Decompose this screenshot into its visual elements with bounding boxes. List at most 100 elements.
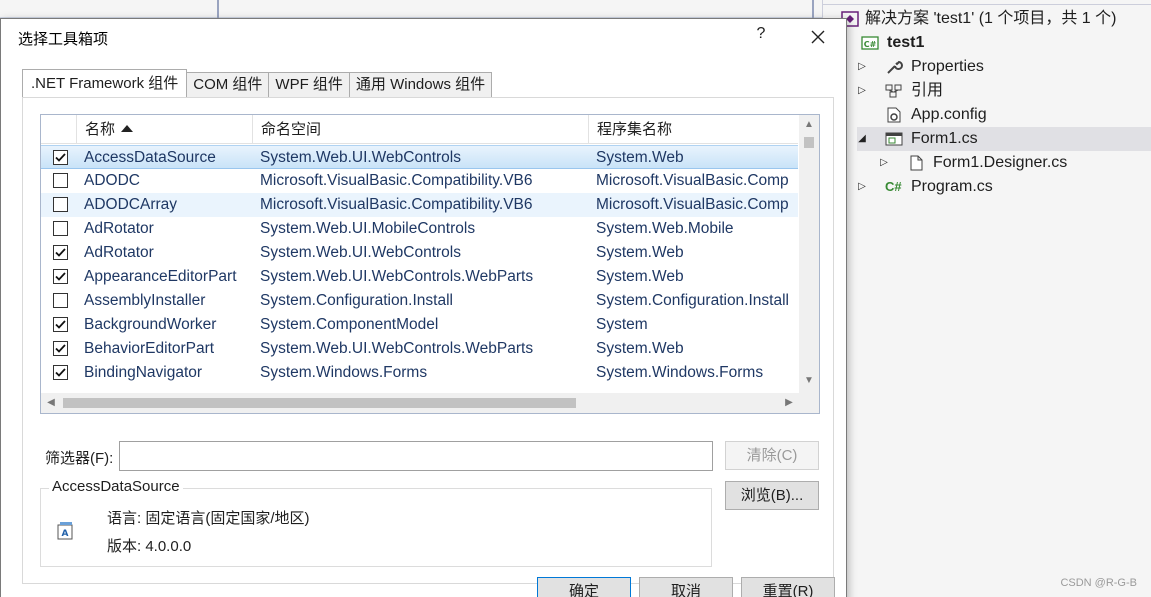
cell-name: AppearanceEditorPart: [84, 268, 237, 285]
tab-universal-windows[interactable]: 通用 Windows 组件: [348, 72, 493, 97]
scroll-left-icon[interactable]: ◀: [43, 395, 59, 411]
list-header: 名称 命名空间 程序集名称: [41, 115, 798, 144]
scroll-right-icon[interactable]: ▶: [781, 395, 797, 411]
component-list: 名称 命名空间 程序集名称 AccessDataSource System.Web…: [40, 114, 820, 414]
table-row[interactable]: AssemblyInstaller System.Configuration.In…: [41, 289, 798, 313]
table-row[interactable]: ADODCArray Microsoft.VisualBasic.Compatib…: [41, 193, 798, 217]
language-info: 语言: 固定语言(固定国家/地区): [107, 510, 310, 527]
tree-item-program[interactable]: ▷ C# Program.cs: [857, 175, 1151, 199]
browse-button[interactable]: 浏览(B)...: [725, 481, 819, 510]
row-checkbox[interactable]: [53, 221, 68, 236]
list-body: AccessDataSource System.Web.UI.WebControl…: [41, 145, 798, 393]
cell-name: AccessDataSource: [84, 149, 216, 166]
config-file-icon: [885, 107, 903, 123]
checkmark-icon: [55, 153, 66, 162]
close-button[interactable]: [805, 24, 831, 50]
table-row[interactable]: AppearanceEditorPart System.Web.UI.WebCon…: [41, 265, 798, 289]
table-row[interactable]: BackgroundWorker System.ComponentModel Sys…: [41, 313, 798, 337]
cell-assembly: System.Web: [596, 268, 684, 285]
table-row[interactable]: AccessDataSource System.Web.UI.WebControl…: [41, 145, 798, 169]
cell-namespace: Microsoft.VisualBasic.Compatibility.VB6: [260, 196, 533, 213]
help-button[interactable]: ?: [751, 25, 771, 49]
vertical-scrollbar[interactable]: ▲ ▼: [799, 115, 819, 393]
tab-com[interactable]: COM 组件: [186, 72, 270, 97]
table-row[interactable]: BehaviorEditorPart System.Web.UI.WebContr…: [41, 337, 798, 361]
cell-namespace: System.Web.UI.MobileControls: [260, 220, 476, 237]
tab-net-framework[interactable]: .NET Framework 组件: [22, 69, 188, 97]
tree-label: App.config: [911, 106, 987, 123]
row-checkbox[interactable]: [53, 150, 68, 165]
clear-button[interactable]: 清除(C): [725, 441, 819, 470]
cell-name: BindingNavigator: [84, 364, 203, 381]
tab-wpf[interactable]: WPF 组件: [268, 72, 350, 97]
cell-assembly: Microsoft.VisualBasic.Comp: [596, 172, 789, 189]
cell-namespace: System.Web.UI.WebControls.WebParts: [260, 268, 534, 285]
solution-explorer: 解决方案 'test1' (1 个项目，共 1 个) C# test1 ▷ Pr…: [822, 0, 1151, 597]
tree-item-references[interactable]: ▷ 引用: [857, 79, 1151, 103]
form-icon: [885, 131, 903, 147]
checkmark-icon: [55, 272, 66, 281]
group-title: AccessDataSource: [49, 478, 183, 495]
expand-arrow-icon[interactable]: ▷: [857, 79, 867, 103]
column-header-assembly[interactable]: 程序集名称: [588, 115, 798, 144]
cancel-button[interactable]: 取消: [639, 577, 733, 597]
row-checkbox[interactable]: [53, 269, 68, 284]
references-icon: [885, 83, 903, 99]
watermark: CSDN @R-G-B: [1060, 577, 1137, 589]
cell-name: ADODC: [84, 172, 140, 189]
cell-assembly: System.Web: [596, 244, 684, 261]
scroll-thumb[interactable]: [63, 398, 576, 408]
tree-item-properties[interactable]: ▷ Properties: [857, 55, 1151, 79]
table-row[interactable]: ADODC Microsoft.VisualBasic.Compatibility…: [41, 169, 798, 193]
panel-top-rule: [823, 0, 1151, 5]
separator: [217, 0, 219, 18]
expand-arrow-icon[interactable]: ▷: [857, 55, 867, 79]
filter-input[interactable]: [119, 441, 713, 471]
cell-name: AdRotator: [84, 244, 154, 261]
expand-arrow-icon[interactable]: ▷: [879, 151, 889, 175]
project-test1[interactable]: C# test1: [861, 31, 1151, 55]
cell-namespace: Microsoft.VisualBasic.Compatibility.VB6: [260, 172, 533, 189]
tree-item-form1-designer[interactable]: ▷ Form1.Designer.cs: [879, 151, 1151, 175]
cell-name: BackgroundWorker: [84, 316, 217, 333]
tree-label: 引用: [911, 82, 944, 99]
horizontal-scrollbar[interactable]: ◀ ▶: [41, 393, 819, 413]
cell-name: BehaviorEditorPart: [84, 340, 215, 357]
tab-strip: .NET Framework 组件 COM 组件 WPF 组件 通用 Windo…: [22, 69, 493, 97]
cell-namespace: System.Web.UI.WebControls: [260, 244, 461, 261]
cell-name: AssemblyInstaller: [84, 292, 206, 309]
column-header-namespace[interactable]: 命名空间: [252, 115, 588, 144]
collapse-arrow-icon[interactable]: ◢: [857, 127, 867, 151]
svg-text:A: A: [62, 529, 69, 539]
table-row[interactable]: AdRotator System.Web.UI.MobileControls Sys…: [41, 217, 798, 241]
row-checkbox[interactable]: [53, 341, 68, 356]
solution-root[interactable]: 解决方案 'test1' (1 个项目，共 1 个): [841, 7, 1151, 31]
column-header-name[interactable]: 名称: [76, 115, 252, 144]
component-icon: A: [55, 519, 75, 541]
row-checkbox[interactable]: [53, 173, 68, 188]
scroll-thumb[interactable]: [804, 137, 814, 148]
tree-item-appconfig[interactable]: App.config: [885, 103, 1151, 127]
version-info: 版本: 4.0.0.0: [107, 538, 192, 555]
row-checkbox[interactable]: [53, 197, 68, 212]
wrench-icon: [885, 59, 903, 75]
tree-item-form1[interactable]: ◢ Form1.cs: [857, 127, 1151, 151]
solution-label: 解决方案 'test1' (1 个项目，共 1 个): [865, 10, 1117, 27]
separator: [812, 0, 814, 18]
cell-assembly: System: [596, 316, 648, 333]
row-checkbox[interactable]: [53, 293, 68, 308]
ok-button[interactable]: 确定: [537, 577, 631, 597]
row-checkbox[interactable]: [53, 245, 68, 260]
scroll-down-icon[interactable]: ▼: [799, 373, 819, 389]
scroll-up-icon[interactable]: ▲: [799, 117, 819, 133]
table-row[interactable]: BindingNavigator System.Windows.Forms Syst…: [41, 361, 798, 385]
checkmark-icon: [55, 248, 66, 257]
choose-toolbox-items-dialog: 选择工具箱项 ? .NET Framework 组件 COM 组件 WPF 组件…: [0, 18, 847, 597]
row-checkbox[interactable]: [53, 365, 68, 380]
cell-name: AdRotator: [84, 220, 154, 237]
table-row[interactable]: AdRotator System.Web.UI.WebControls System…: [41, 241, 798, 265]
cell-namespace: System.ComponentModel: [260, 316, 439, 333]
reset-button[interactable]: 重置(R): [741, 577, 835, 597]
expand-arrow-icon[interactable]: ▷: [857, 175, 867, 199]
row-checkbox[interactable]: [53, 317, 68, 332]
